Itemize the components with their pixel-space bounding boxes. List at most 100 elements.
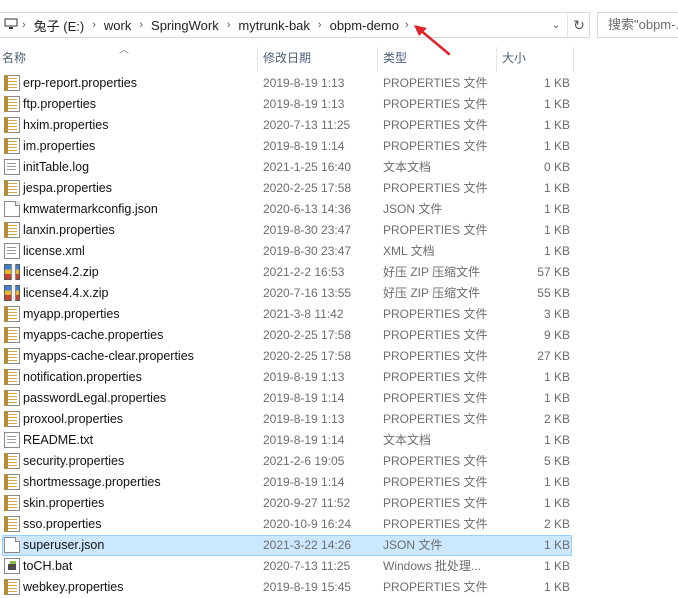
file-modified-date: 2019-8-19 1:14 xyxy=(263,433,345,447)
file-size: 27 KB xyxy=(537,349,570,363)
chevron-right-icon[interactable]: › xyxy=(403,19,411,31)
file-row[interactable]: proxool.properties 2019-8-19 1:13 PROPERTI… xyxy=(2,409,572,430)
computer-icon xyxy=(4,18,18,29)
file-size: 2 KB xyxy=(543,517,570,531)
chevron-right-icon[interactable]: › xyxy=(90,19,98,31)
file-size: 3 KB xyxy=(543,307,570,321)
file-type: PROPERTIES 文件 xyxy=(383,223,488,237)
file-modified-date: 2020-6-13 14:36 xyxy=(263,202,352,216)
column-header-size[interactable]: 大小 xyxy=(500,47,572,70)
file-row[interactable]: shortmessage.properties 2019-8-19 1:14 PRO… xyxy=(2,472,572,493)
file-size: 1 KB xyxy=(543,181,570,195)
breadcrumb-item-drive[interactable]: › 兔子 (E:) xyxy=(20,13,90,37)
file-name: myapps-cache.properties xyxy=(23,328,164,342)
breadcrumb-item-obpm-demo[interactable]: › obpm-demo › xyxy=(316,13,411,37)
file-modified-date: 2021-1-25 16:40 xyxy=(263,160,352,174)
file-name: license.xml xyxy=(23,244,85,258)
file-row[interactable]: passwordLegal.properties 2019-8-19 1:14 PR… xyxy=(2,388,572,409)
file-row[interactable]: superuser.json 2021-3-22 14:26 JSON 文件 1 KB xyxy=(2,535,572,556)
chevron-right-icon[interactable]: › xyxy=(225,19,233,31)
file-row[interactable]: ftp.properties 2019-8-19 1:13 PROPERTIES 文… xyxy=(2,94,572,115)
file-modified-date: 2019-8-30 23:47 xyxy=(263,244,352,258)
column-header-type[interactable]: 类型 xyxy=(381,47,495,70)
chevron-right-icon[interactable]: › xyxy=(20,19,28,31)
file-type: JSON 文件 xyxy=(383,538,443,552)
file-modified-date: 2020-2-25 17:58 xyxy=(263,181,352,195)
file-size: 1 KB xyxy=(543,202,570,216)
file-row[interactable]: security.properties 2021-2-6 19:05 PROPERT… xyxy=(2,451,572,472)
file-name: initTable.log xyxy=(23,160,90,174)
properties-file-icon xyxy=(4,369,20,385)
properties-file-icon xyxy=(4,306,20,322)
file-type: PROPERTIES 文件 xyxy=(383,76,488,90)
breadcrumb-item-mytrunk-bak[interactable]: › mytrunk-bak xyxy=(225,13,316,37)
file-name: lanxin.properties xyxy=(23,223,115,237)
file-size: 1 KB xyxy=(543,475,570,489)
breadcrumb-item-work[interactable]: › work xyxy=(90,13,137,37)
file-size: 55 KB xyxy=(537,286,570,300)
breadcrumb-item-springwork[interactable]: › SpringWork xyxy=(137,13,224,37)
file-row[interactable]: myapps-cache-clear.properties 2020-2-25 1… xyxy=(2,346,572,367)
file-row[interactable]: toCH.bat 2020-7-13 11:25 Windows 批处理... 1 K… xyxy=(2,556,572,577)
file-modified-date: 2019-8-30 23:47 xyxy=(263,223,352,237)
file-type: PROPERTIES 文件 xyxy=(383,307,488,321)
column-header: 名称 修改日期 类型 大小 xyxy=(0,47,678,72)
breadcrumb: › 兔子 (E:) › work › SpringWork › mytrunk-… xyxy=(20,13,411,37)
file-size: 1 KB xyxy=(543,223,570,237)
file-name: myapp.properties xyxy=(23,307,120,321)
file-row[interactable]: lanxin.properties 2019-8-30 23:47 PROPERTI… xyxy=(2,220,572,241)
file-name: proxool.properties xyxy=(23,412,124,426)
column-divider[interactable] xyxy=(377,47,378,72)
file-row[interactable]: initTable.log 2021-1-25 16:40 文本文档 0 KB xyxy=(2,157,572,178)
file-type: PROPERTIES 文件 xyxy=(383,496,488,510)
file-row[interactable]: README.txt 2019-8-19 1:14 文本文档 1 KB xyxy=(2,430,572,451)
chevron-down-icon[interactable]: ⌄ xyxy=(547,13,565,37)
file-row[interactable]: license.xml 2019-8-30 23:47 XML 文档 1 KB xyxy=(2,241,572,262)
properties-file-icon xyxy=(4,453,20,469)
file-name: erp-report.properties xyxy=(23,76,137,90)
file-size: 1 KB xyxy=(543,118,570,132)
file-size: 1 KB xyxy=(543,244,570,258)
batch-file-icon xyxy=(4,558,20,574)
file-row[interactable]: license4.4.x.zip 2020-7-16 13:55 好压 ZIP 压缩… xyxy=(2,283,572,304)
blank-file-icon xyxy=(4,201,20,217)
column-divider[interactable] xyxy=(496,47,497,72)
file-size: 1 KB xyxy=(543,538,570,552)
refresh-icon[interactable]: ↻ xyxy=(567,13,590,37)
file-type: PROPERTIES 文件 xyxy=(383,370,488,384)
chevron-right-icon[interactable]: › xyxy=(316,19,324,31)
blank-file-icon xyxy=(4,537,20,553)
address-bar[interactable]: › 兔子 (E:) › work › SpringWork › mytrunk-… xyxy=(0,12,590,38)
file-type: Windows 批处理... xyxy=(383,559,482,573)
file-type: XML 文档 xyxy=(383,244,435,258)
file-row[interactable]: notification.properties 2019-8-19 1:13 PRO… xyxy=(2,367,572,388)
file-row[interactable]: im.properties 2019-8-19 1:14 PROPERTIES 文件… xyxy=(2,136,572,157)
file-name: shortmessage.properties xyxy=(23,475,161,489)
file-row[interactable]: skin.properties 2020-9-27 11:52 PROPERTIES… xyxy=(2,493,572,514)
file-type: 文本文档 xyxy=(383,160,432,174)
chevron-right-icon[interactable]: › xyxy=(137,19,145,31)
file-size: 1 KB xyxy=(543,97,570,111)
file-row[interactable]: license4.2.zip 2021-2-2 16:53 好压 ZIP 压缩文件 5… xyxy=(2,262,572,283)
file-type: 好压 ZIP 压缩文件 xyxy=(383,265,481,279)
file-modified-date: 2020-7-16 13:55 xyxy=(263,286,352,300)
file-name: kmwatermarkconfig.json xyxy=(23,202,158,216)
properties-file-icon xyxy=(4,75,20,91)
file-row[interactable]: myapps-cache.properties 2020-2-25 17:58 PR… xyxy=(2,325,572,346)
file-row[interactable]: myapp.properties 2021-3-8 11:42 PROPERTIES… xyxy=(2,304,572,325)
column-divider[interactable] xyxy=(257,47,258,72)
properties-file-icon xyxy=(4,579,20,595)
file-size: 1 KB xyxy=(543,76,570,90)
column-divider[interactable] xyxy=(573,47,574,72)
file-modified-date: 2021-2-2 16:53 xyxy=(263,265,345,279)
file-row[interactable]: hxim.properties 2020-7-13 11:25 PROPERTIES… xyxy=(2,115,572,136)
properties-file-icon xyxy=(4,411,20,427)
search-input[interactable]: 搜索"obpm-... xyxy=(597,12,678,38)
column-header-name[interactable]: 名称 xyxy=(0,47,258,70)
file-row[interactable]: kmwatermarkconfig.json 2020-6-13 14:36 JSO… xyxy=(2,199,572,220)
file-modified-date: 2020-7-13 11:25 xyxy=(263,118,351,132)
file-row[interactable]: erp-report.properties 2019-8-19 1:13 PROPE… xyxy=(2,73,572,94)
file-row[interactable]: sso.properties 2020-10-9 16:24 PROPERTIES … xyxy=(2,514,572,535)
column-header-modified[interactable]: 修改日期 xyxy=(261,47,377,70)
file-row[interactable]: jespa.properties 2020-2-25 17:58 PROPERTIE… xyxy=(2,178,572,199)
